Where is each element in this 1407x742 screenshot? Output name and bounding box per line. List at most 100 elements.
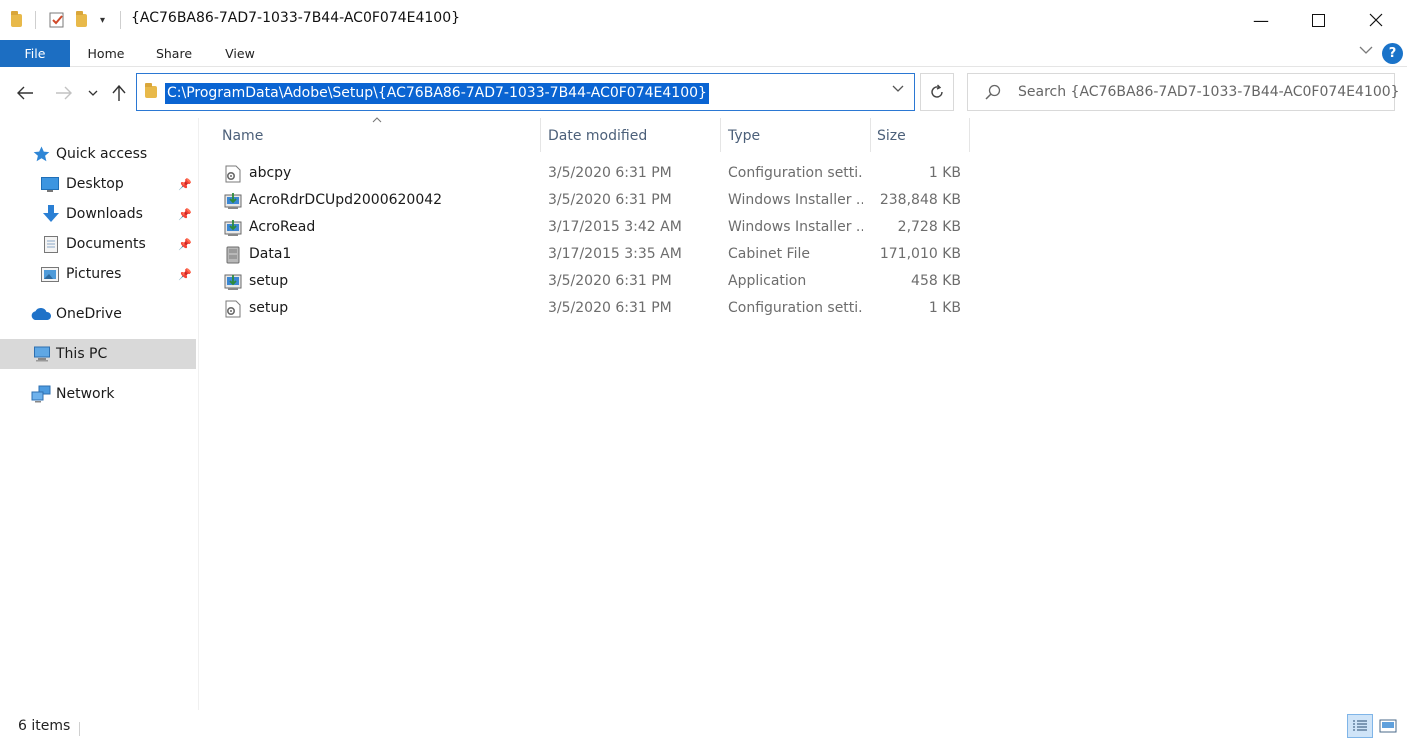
file-name: Data1 [249,246,292,262]
file-row[interactable]: setup 3/5/2020 6:31 PM Configuration set… [218,295,968,322]
file-type: Application [728,273,807,289]
column-separator[interactable] [540,118,541,152]
sidebar-item-label: This PC [56,346,108,362]
navigation-bar: C:\ProgramData\Adobe\Setup\{AC76BA86-7AD… [0,68,1407,118]
search-input[interactable]: Search {AC76BA86-7AD7-1033-7B44-AC0F074E… [967,73,1400,111]
column-separator[interactable] [969,118,970,152]
address-dropdown-chevron-icon[interactable] [892,82,904,97]
file-date: 3/5/2020 6:31 PM [548,273,672,289]
sidebar-item-network[interactable]: Network [0,379,196,409]
pictures-icon [41,266,59,282]
file-row[interactable]: AcroRdrDCUpd2000620042 3/5/2020 6:31 PM … [218,187,968,214]
installer-icon [224,192,242,210]
folder-icon [11,9,22,31]
file-size: 1 KB [928,165,961,181]
customize-toolbar-chevron-icon[interactable]: ▾ [100,9,105,31]
column-separator[interactable] [870,118,871,152]
help-icon[interactable]: ? [1382,43,1403,64]
file-date: 3/5/2020 6:31 PM [548,165,672,181]
file-date: 3/5/2020 6:31 PM [548,192,672,208]
navigation-pane: Quick access Desktop 📌 Downloads 📌 Docum… [0,118,198,708]
file-name: setup [249,300,289,316]
cloud-icon [30,306,52,322]
file-row[interactable]: Data1 3/17/2015 3:35 AM Cabinet File 171… [218,241,968,268]
column-header-name[interactable]: Name [222,120,263,152]
config-file-icon [224,300,242,318]
sidebar-item-label: Quick access [56,146,148,162]
tab-view[interactable]: View [214,40,266,67]
sidebar-item-label: Downloads [66,206,143,222]
ribbon-tabs: File Home Share View ? [0,40,1407,67]
pin-icon: 📌 [178,177,192,191]
file-type: Cabinet File [728,246,810,262]
search-placeholder: Search {AC76BA86-7AD7-1033-7B44-AC0F074E… [1018,84,1400,100]
details-view-button[interactable] [1347,714,1373,738]
status-separator [79,722,80,736]
column-header-type[interactable]: Type [728,120,760,152]
recent-locations-chevron-icon[interactable] [80,80,106,106]
sidebar-item-quick-access[interactable]: Quick access [0,139,196,169]
sidebar-item-documents[interactable]: Documents 📌 [0,229,196,259]
desktop-icon [41,176,59,192]
file-date: 3/17/2015 3:35 AM [548,246,682,262]
file-type: Windows Installer ... [728,219,863,235]
file-name: AcroRead [249,219,316,235]
address-path[interactable]: C:\ProgramData\Adobe\Setup\{AC76BA86-7AD… [165,83,709,104]
file-type: Windows Installer ... [728,192,863,208]
pin-icon: 📌 [178,267,192,281]
sidebar-item-downloads[interactable]: Downloads 📌 [0,199,196,229]
new-folder-icon[interactable] [76,9,87,31]
file-row[interactable]: setup 3/5/2020 6:31 PM Application 458 K… [218,268,968,295]
application-icon [224,273,242,291]
sidebar-item-label: Pictures [66,266,122,282]
star-icon [32,146,50,162]
address-bar[interactable]: C:\ProgramData\Adobe\Setup\{AC76BA86-7AD… [136,73,915,111]
sidebar-item-pictures[interactable]: Pictures 📌 [0,259,196,289]
sidebar-item-this-pc[interactable]: This PC [0,339,196,369]
sidebar-item-label: Network [56,386,115,402]
minimize-button[interactable]: — [1238,0,1284,40]
sidebar-item-label: OneDrive [56,306,122,322]
search-icon [984,83,1002,105]
sidebar-item-desktop[interactable]: Desktop 📌 [0,169,196,199]
downloads-icon [42,205,60,222]
file-type: Configuration setti... [728,300,863,316]
large-icons-view-button[interactable] [1375,714,1401,738]
sidebar-item-label: Desktop [66,176,124,192]
toolbar-separator [120,11,121,29]
close-button[interactable] [1353,0,1399,40]
toolbar-separator [35,11,36,29]
file-size: 171,010 KB [879,246,961,262]
pane-divider[interactable] [198,118,199,710]
properties-icon[interactable] [48,9,66,31]
file-explorer-window: ▾ {AC76BA86-7AD7-1033-7B44-AC0F074E4100}… [0,0,1407,742]
file-row[interactable]: abcpy 3/5/2020 6:31 PM Configuration set… [218,160,968,187]
tab-file[interactable]: File [0,40,70,67]
file-size: 1 KB [928,300,961,316]
forward-button[interactable] [50,80,76,106]
maximize-button[interactable] [1295,0,1341,40]
folder-icon [145,83,157,98]
pin-icon: 📌 [178,237,192,251]
cabinet-icon [224,246,242,264]
up-button[interactable] [106,80,132,106]
sidebar-item-onedrive[interactable]: OneDrive [0,299,196,329]
pin-icon: 📌 [178,207,192,221]
file-type: Configuration setti... [728,165,863,181]
tab-share[interactable]: Share [148,40,200,67]
file-date: 3/5/2020 6:31 PM [548,300,672,316]
tab-home[interactable]: Home [80,40,132,67]
file-date: 3/17/2015 3:42 AM [548,219,682,235]
column-header-size[interactable]: Size [877,120,906,152]
file-row[interactable]: AcroRead 3/17/2015 3:42 AM Windows Insta… [218,214,968,241]
computer-icon [33,346,51,362]
sidebar-item-label: Documents [66,236,146,252]
column-separator[interactable] [720,118,721,152]
expand-ribbon-chevron-icon[interactable] [1359,44,1373,59]
item-count: 6 items [18,718,71,734]
sort-ascending-chevron-icon [372,113,382,126]
network-icon [31,385,51,403]
refresh-button[interactable] [920,73,954,111]
column-header-date-modified[interactable]: Date modified [548,120,647,152]
back-button[interactable] [12,80,38,106]
